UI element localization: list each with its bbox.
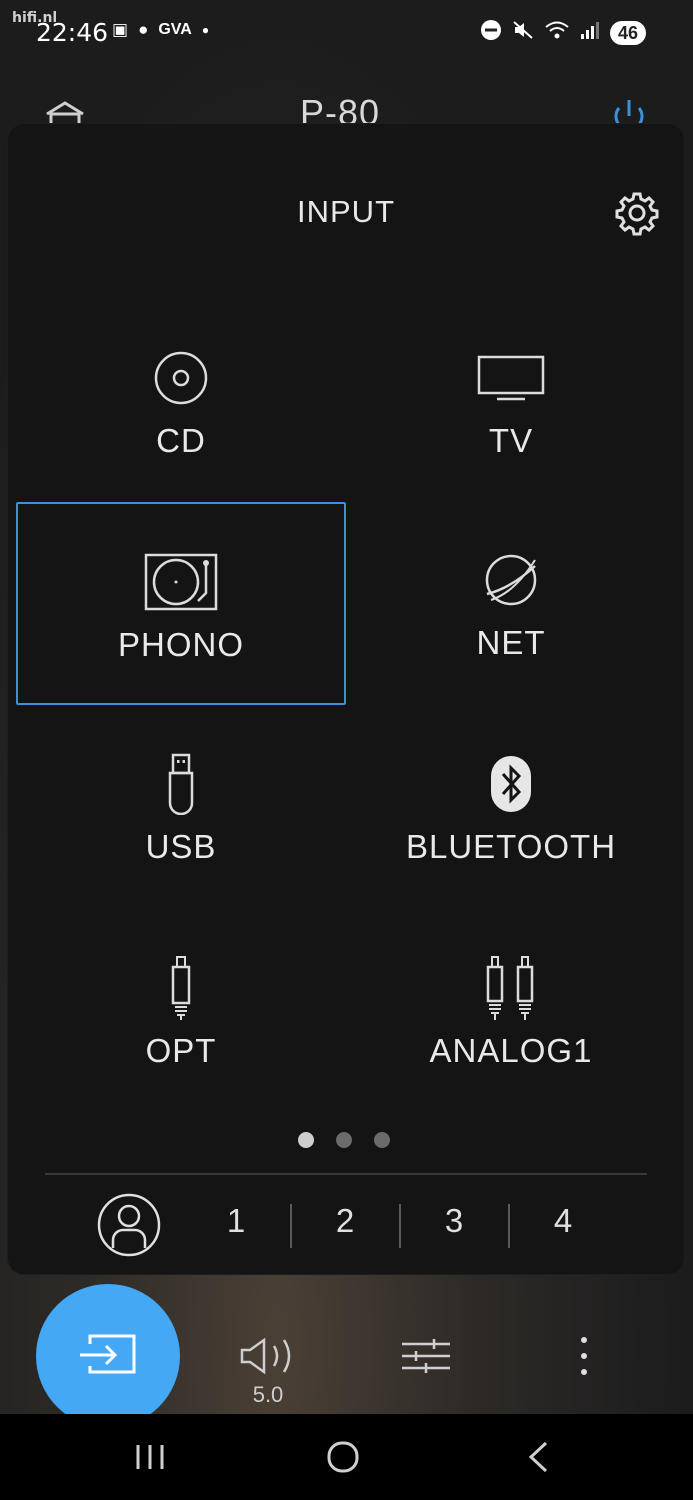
page-dot[interactable] xyxy=(336,1132,352,1148)
input-opt[interactable]: OPT xyxy=(16,910,346,1113)
input-analog1[interactable]: ANALOG1 xyxy=(346,910,676,1113)
input-label: TV xyxy=(488,422,534,459)
wifi-icon xyxy=(544,19,570,46)
input-label: ANALOG1 xyxy=(429,1032,593,1069)
rca-plugs-icon xyxy=(486,956,534,1020)
disc-icon xyxy=(154,351,208,405)
input-label: CD xyxy=(156,422,206,459)
status-bar: hifi.nl 22:46 ▣ ● GVA ● 46 xyxy=(0,0,693,64)
zone-separator xyxy=(399,1204,401,1248)
home-circle-icon xyxy=(327,1441,359,1473)
input-usb[interactable]: USB xyxy=(16,706,346,909)
input-panel: INPUT CD TV PHONO NET USB BLUETOOTH OPT … xyxy=(8,124,684,1274)
input-cd[interactable]: CD xyxy=(16,300,346,503)
sliders-icon xyxy=(402,1339,450,1373)
recents-button[interactable] xyxy=(134,1442,166,1477)
input-label: OPT xyxy=(145,1032,217,1069)
page-dot[interactable] xyxy=(298,1132,314,1148)
notification-dot-icon: ● xyxy=(201,23,210,37)
sound-settings-button[interactable] xyxy=(400,1336,452,1381)
settings-button[interactable] xyxy=(614,190,660,236)
more-vertical-icon xyxy=(581,1337,587,1375)
usb-stick-icon xyxy=(168,753,194,815)
zone-bar: 1 2 3 4 xyxy=(8,1188,684,1262)
globe-icon xyxy=(485,554,537,606)
input-label: USB xyxy=(145,828,217,865)
divider xyxy=(45,1173,647,1175)
messenger-icon: ● xyxy=(138,20,149,39)
optical-plug-icon xyxy=(171,956,191,1020)
status-left-icons: ▣ ● GVA ● xyxy=(112,20,209,40)
zone-1-button[interactable]: 1 xyxy=(206,1202,266,1240)
carrier-label: GVA xyxy=(158,21,192,38)
page-dot[interactable] xyxy=(374,1132,390,1148)
tv-icon xyxy=(477,355,545,401)
signal-icon xyxy=(580,20,600,45)
home-button[interactable] xyxy=(326,1440,360,1479)
profile-button[interactable] xyxy=(96,1192,162,1258)
input-bluetooth[interactable]: BLUETOOTH xyxy=(346,706,676,909)
more-options-button[interactable] xyxy=(572,1334,596,1383)
bluetooth-icon xyxy=(491,756,531,812)
zone-3-button[interactable]: 3 xyxy=(424,1202,484,1240)
status-time: 22:46 xyxy=(36,18,109,47)
status-right-icons: 46 xyxy=(480,19,647,46)
page-indicator xyxy=(298,1132,390,1148)
back-button[interactable] xyxy=(526,1440,550,1479)
volume-button[interactable] xyxy=(238,1336,298,1381)
panel-title: INPUT xyxy=(297,194,395,229)
system-navigation-bar xyxy=(0,1414,693,1500)
input-phono[interactable]: PHONO xyxy=(16,502,346,705)
zone-separator xyxy=(508,1204,510,1248)
volume-level: 5.0 xyxy=(252,1382,284,1407)
dnd-icon xyxy=(480,19,502,46)
zone-2-button[interactable]: 2 xyxy=(315,1202,375,1240)
zone-4-button[interactable]: 4 xyxy=(533,1202,593,1240)
back-chevron-icon xyxy=(528,1441,548,1473)
screenshot-icon: ▣ xyxy=(112,20,129,39)
mute-icon xyxy=(512,19,534,46)
input-label: BLUETOOTH xyxy=(405,828,617,865)
gear-icon xyxy=(615,192,659,236)
input-enter-icon xyxy=(80,1334,136,1374)
speaker-icon xyxy=(240,1337,291,1375)
input-net[interactable]: NET xyxy=(346,502,676,705)
input-label: NET xyxy=(476,624,546,661)
input-select-button[interactable] xyxy=(36,1284,180,1428)
input-tv[interactable]: TV xyxy=(346,300,676,503)
battery-indicator: 46 xyxy=(610,20,647,45)
turntable-icon xyxy=(144,553,218,611)
recents-icon xyxy=(136,1445,164,1469)
input-label: PHONO xyxy=(117,626,244,663)
zone-separator xyxy=(290,1204,292,1248)
user-icon xyxy=(97,1193,161,1257)
